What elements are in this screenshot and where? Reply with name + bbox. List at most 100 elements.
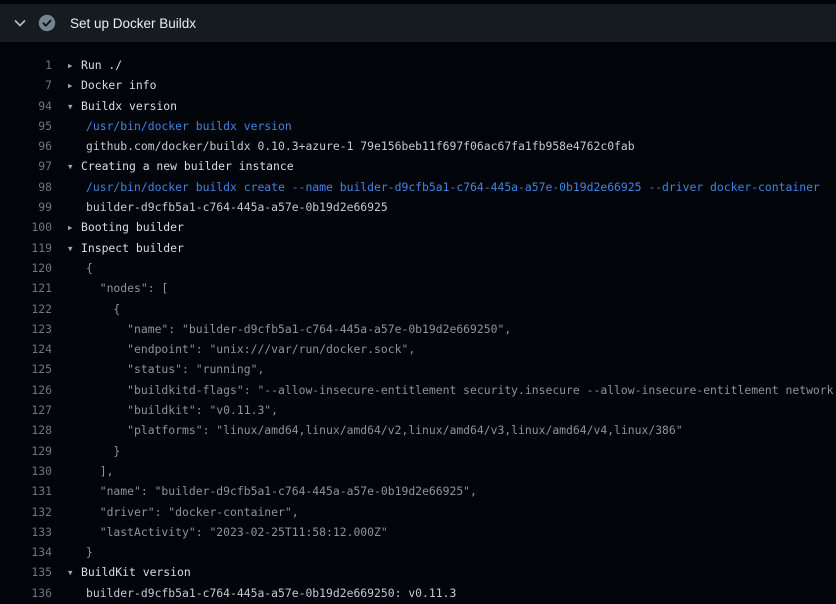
log-text: github.com/docker/buildx 0.10.3+azure-1 … xyxy=(86,139,635,153)
log-line: 136 builder-d9cfb5a1-c764-445a-a57e-0b19d… xyxy=(0,583,836,603)
check-circle-icon xyxy=(38,14,56,32)
log-line: 131 "name": "builder-d9cfb5a1-c764-445a-… xyxy=(0,481,836,501)
log-line: 99 builder-d9cfb5a1-c764-445a-a57e-0b19d2… xyxy=(0,197,836,217)
line-number[interactable]: 121 xyxy=(0,278,52,298)
triangle-collapsed-icon[interactable]: ▶ xyxy=(68,218,81,237)
group-title: Creating a new builder instance xyxy=(81,159,294,173)
log-text-cell: } xyxy=(68,441,120,461)
log-text-cell: ], xyxy=(68,461,113,481)
line-number[interactable]: 125 xyxy=(0,359,52,379)
log-text-cell: "name": "builder-d9cfb5a1-c764-445a-a57e… xyxy=(68,319,511,339)
log-text-cell: github.com/docker/buildx 0.10.3+azure-1 … xyxy=(68,136,635,156)
log-line: 97 ▼Creating a new builder instance xyxy=(0,156,836,176)
line-number[interactable]: 128 xyxy=(0,420,52,440)
step-header[interactable]: Set up Docker Buildx xyxy=(0,4,836,42)
line-number[interactable]: 122 xyxy=(0,299,52,319)
log-text: "status": "running", xyxy=(86,362,264,376)
log-text: "buildkit": "v0.11.3", xyxy=(86,403,278,417)
log-text: "name": "builder-d9cfb5a1-c764-445a-a57e… xyxy=(86,484,477,498)
triangle-expanded-icon[interactable]: ▼ xyxy=(68,97,81,116)
line-number[interactable]: 130 xyxy=(0,461,52,481)
log-line: 7 ▶Docker info xyxy=(0,75,836,95)
line-number[interactable]: 132 xyxy=(0,502,52,522)
line-number[interactable]: 129 xyxy=(0,441,52,461)
line-number[interactable]: 134 xyxy=(0,542,52,562)
log-text-cell: "buildkitd-flags": "--allow-insecure-ent… xyxy=(68,380,836,400)
log-text: } xyxy=(86,545,93,559)
group-title: Run ./ xyxy=(81,58,122,72)
line-number[interactable]: 133 xyxy=(0,522,52,542)
line-number[interactable]: 136 xyxy=(0,583,52,603)
log-text: { xyxy=(86,302,120,316)
log-text-cell: { xyxy=(68,299,120,319)
line-number[interactable]: 1 xyxy=(0,55,52,75)
group-header[interactable]: ▼Inspect builder xyxy=(68,238,184,258)
log-text-cell: "driver": "docker-container", xyxy=(68,502,299,522)
triangle-expanded-icon[interactable]: ▼ xyxy=(68,563,81,582)
log-line: 132 "driver": "docker-container", xyxy=(0,502,836,522)
line-number[interactable]: 94 xyxy=(0,96,52,116)
log-text: "platforms": "linux/amd64,linux/amd64/v2… xyxy=(86,423,683,437)
line-number[interactable]: 95 xyxy=(0,116,52,136)
line-number[interactable]: 135 xyxy=(0,562,52,582)
group-header[interactable]: ▶Run ./ xyxy=(68,55,122,75)
log-line: 1 ▶Run ./ xyxy=(0,55,836,75)
log-text: "name": "builder-d9cfb5a1-c764-445a-a57e… xyxy=(86,322,511,336)
log-line: 121 "nodes": [ xyxy=(0,278,836,298)
line-number[interactable]: 7 xyxy=(0,75,52,95)
log-text: builder-d9cfb5a1-c764-445a-a57e-0b19d2e6… xyxy=(86,586,456,600)
chevron-down-icon[interactable] xyxy=(12,15,28,31)
log-viewer: Set up Docker Buildx 1▶Run ./7▶Docker in… xyxy=(0,0,836,604)
triangle-collapsed-icon[interactable]: ▶ xyxy=(68,76,81,95)
log-text: /usr/bin/docker buildx create --name bui… xyxy=(86,180,820,194)
group-header[interactable]: ▶Docker info xyxy=(68,75,156,95)
triangle-expanded-icon[interactable]: ▼ xyxy=(68,239,81,258)
log-line: 133 "lastActivity": "2023-02-25T11:58:12… xyxy=(0,522,836,542)
log-text-cell: "platforms": "linux/amd64,linux/amd64/v2… xyxy=(68,420,683,440)
log-text-cell: "status": "running", xyxy=(68,359,264,379)
line-number[interactable]: 120 xyxy=(0,258,52,278)
group-header[interactable]: ▼BuildKit version xyxy=(68,562,191,582)
log-line: 125 "status": "running", xyxy=(0,359,836,379)
line-number[interactable]: 131 xyxy=(0,481,52,501)
line-number[interactable]: 119 xyxy=(0,238,52,258)
log-text: "buildkitd-flags": "--allow-insecure-ent… xyxy=(86,383,836,397)
log-body: 1▶Run ./7▶Docker info94▼Buildx version95… xyxy=(0,42,836,603)
group-header[interactable]: ▼Buildx version xyxy=(68,96,177,116)
group-header[interactable]: ▼Creating a new builder instance xyxy=(68,156,294,176)
log-line: 94 ▼Buildx version xyxy=(0,96,836,116)
log-text-cell: "lastActivity": "2023-02-25T11:58:12.000… xyxy=(68,522,388,542)
log-text: } xyxy=(86,444,120,458)
line-number[interactable]: 99 xyxy=(0,197,52,217)
log-line: 128 "platforms": "linux/amd64,linux/amd6… xyxy=(0,420,836,440)
log-text-cell: builder-d9cfb5a1-c764-445a-a57e-0b19d2e6… xyxy=(68,197,388,217)
group-title: Docker info xyxy=(81,78,156,92)
line-number[interactable]: 98 xyxy=(0,177,52,197)
triangle-expanded-icon[interactable]: ▼ xyxy=(68,157,81,176)
log-line: 100 ▶Booting builder xyxy=(0,217,836,237)
group-header[interactable]: ▶Booting builder xyxy=(68,217,184,237)
log-text: builder-d9cfb5a1-c764-445a-a57e-0b19d2e6… xyxy=(86,200,388,214)
line-number[interactable]: 126 xyxy=(0,380,52,400)
log-line: 96 github.com/docker/buildx 0.10.3+azure-… xyxy=(0,136,836,156)
log-line: 129 } xyxy=(0,441,836,461)
log-text: { xyxy=(86,261,93,275)
log-line: 95/usr/bin/docker buildx version xyxy=(0,116,836,136)
line-number[interactable]: 127 xyxy=(0,400,52,420)
step-title: Set up Docker Buildx xyxy=(70,16,196,31)
line-number[interactable]: 97 xyxy=(0,156,52,176)
log-text: ], xyxy=(86,464,113,478)
line-number[interactable]: 96 xyxy=(0,136,52,156)
log-line: 126 "buildkitd-flags": "--allow-insecure… xyxy=(0,380,836,400)
log-line: 124 "endpoint": "unix:///var/run/docker.… xyxy=(0,339,836,359)
group-title: Buildx version xyxy=(81,99,177,113)
log-text-cell: { xyxy=(68,258,93,278)
line-number[interactable]: 100 xyxy=(0,217,52,237)
line-number[interactable]: 124 xyxy=(0,339,52,359)
log-line: 119 ▼Inspect builder xyxy=(0,238,836,258)
triangle-collapsed-icon[interactable]: ▶ xyxy=(68,56,81,75)
log-text-cell: "endpoint": "unix:///var/run/docker.sock… xyxy=(68,339,415,359)
line-number[interactable]: 123 xyxy=(0,319,52,339)
log-text-cell: "buildkit": "v0.11.3", xyxy=(68,400,278,420)
log-line: 98/usr/bin/docker buildx create --name b… xyxy=(0,177,836,197)
